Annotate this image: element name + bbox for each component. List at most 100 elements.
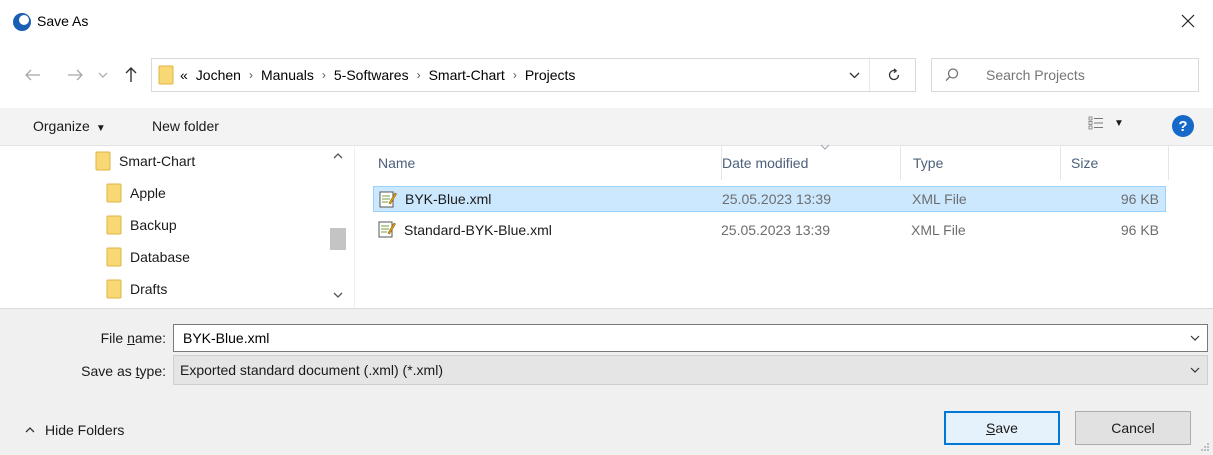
file-list: Name Date modified Type Size BYK-Blue.xm… bbox=[355, 144, 1213, 308]
search-icon bbox=[945, 68, 959, 82]
type-label-part: ype: bbox=[139, 363, 166, 379]
tree-item-smart-chart[interactable]: Smart-Chart bbox=[95, 146, 195, 176]
save-label: ave bbox=[995, 420, 1018, 436]
cancel-button[interactable]: Cancel bbox=[1075, 411, 1191, 445]
save-as-type-dropdown-button[interactable] bbox=[1187, 361, 1203, 379]
organize-label: Organize bbox=[33, 118, 90, 134]
tree-item-label: Apple bbox=[130, 185, 166, 201]
xml-file-icon bbox=[378, 221, 396, 238]
search-box[interactable] bbox=[931, 58, 1199, 92]
file-name-label: File name: bbox=[0, 330, 166, 346]
sort-indicator-icon bbox=[820, 144, 830, 150]
chevron-down-icon bbox=[1190, 335, 1200, 341]
folder-icon bbox=[106, 247, 122, 267]
file-date: 25.05.2023 13:39 bbox=[722, 191, 831, 207]
new-folder-button[interactable]: New folder bbox=[152, 108, 219, 144]
breadcrumb-5-softwares[interactable]: 5-Softwares bbox=[330, 67, 413, 83]
refresh-icon bbox=[888, 68, 900, 81]
breadcrumb-overflow[interactable]: « bbox=[178, 67, 192, 83]
tree-item-label: Backup bbox=[130, 217, 177, 233]
folder-icon bbox=[106, 183, 122, 203]
file-size: 96 KB bbox=[1120, 191, 1159, 207]
column-header-name[interactable]: Name bbox=[368, 146, 722, 180]
caret-down-icon: ▼ bbox=[1114, 117, 1124, 129]
breadcrumb: « Jochen › Manuals › 5-Softwares › Smart… bbox=[178, 59, 579, 91]
up-button[interactable] bbox=[118, 62, 144, 88]
file-type: XML File bbox=[912, 191, 967, 207]
save-as-type-label: Save as type: bbox=[0, 363, 166, 379]
file-row-byk-blue[interactable]: BYK-Blue.xml 25.05.2023 13:39 XML File 9… bbox=[373, 186, 1166, 212]
window-title: Save As bbox=[37, 13, 89, 29]
type-label-part: Save as bbox=[81, 363, 136, 379]
address-bar[interactable]: « Jochen › Manuals › 5-Softwares › Smart… bbox=[151, 58, 916, 92]
file-name-combobox[interactable] bbox=[173, 324, 1208, 352]
chevron-right-icon[interactable]: › bbox=[413, 68, 425, 82]
navigation-scrollbar[interactable] bbox=[329, 146, 347, 308]
file-name-input[interactable] bbox=[183, 325, 1163, 351]
chevron-right-icon[interactable]: › bbox=[318, 68, 330, 82]
folder-icon bbox=[158, 65, 174, 85]
column-header-type[interactable]: Type bbox=[903, 146, 1061, 180]
column-header-date[interactable]: Date modified bbox=[712, 146, 901, 180]
arrow-up-icon bbox=[125, 67, 137, 82]
hide-folders-button[interactable]: Hide Folders bbox=[25, 422, 124, 438]
save-options-panel: File name: Save as type: Exported standa… bbox=[0, 308, 1213, 455]
scroll-up-button[interactable] bbox=[329, 149, 347, 163]
navigation-pane: Smart-Chart Apple Backup Database Drafts bbox=[0, 146, 354, 308]
navigation-bar: « Jochen › Manuals › 5-Softwares › Smart… bbox=[0, 42, 1213, 108]
forward-button[interactable] bbox=[62, 62, 88, 88]
hide-folders-label: Hide Folders bbox=[45, 422, 125, 438]
scroll-down-button[interactable] bbox=[329, 288, 347, 302]
tree-item-label: Drafts bbox=[130, 281, 168, 297]
save-as-dialog: Save As « Jochen › Manuals › 5-Softwares… bbox=[0, 0, 1213, 455]
tree-item-label: Database bbox=[130, 249, 190, 265]
close-button[interactable] bbox=[1168, 4, 1208, 38]
refresh-button[interactable] bbox=[872, 59, 916, 91]
chevron-down-icon bbox=[849, 72, 860, 78]
back-button[interactable] bbox=[20, 62, 46, 88]
chevron-right-icon[interactable]: › bbox=[509, 68, 521, 82]
file-size: 96 KB bbox=[1120, 222, 1159, 238]
tree-item-drafts[interactable]: Drafts bbox=[106, 274, 167, 304]
tree-item-label: Smart-Chart bbox=[119, 153, 196, 169]
breadcrumb-manuals[interactable]: Manuals bbox=[257, 67, 318, 83]
save-as-type-select[interactable]: Exported standard document (.xml) (*.xml… bbox=[173, 355, 1208, 385]
chevron-down-icon bbox=[1190, 367, 1200, 373]
tree-item-backup[interactable]: Backup bbox=[106, 210, 177, 240]
chevron-right-icon[interactable]: › bbox=[245, 68, 257, 82]
breadcrumb-jochen[interactable]: Jochen bbox=[192, 67, 245, 83]
save-button[interactable]: Save bbox=[944, 411, 1060, 445]
xml-file-icon bbox=[379, 191, 397, 208]
folder-icon bbox=[106, 215, 122, 235]
file-row-standard-byk-blue[interactable]: Standard-BYK-Blue.xml 25.05.2023 13:39 X… bbox=[373, 217, 1166, 243]
breadcrumb-projects[interactable]: Projects bbox=[521, 67, 580, 83]
save-label-accel: S bbox=[986, 420, 996, 436]
command-bar: Organize ▼ New folder ▼ ? bbox=[0, 108, 1213, 146]
chevron-down-icon bbox=[98, 72, 108, 78]
caret-down-icon: ▼ bbox=[95, 123, 106, 134]
app-circle-icon bbox=[13, 13, 31, 31]
file-name: Standard-BYK-Blue.xml bbox=[404, 222, 552, 238]
arrow-right-icon bbox=[68, 69, 83, 81]
address-history-button[interactable] bbox=[840, 59, 870, 91]
column-header-size[interactable]: Size bbox=[1061, 146, 1169, 180]
file-date: 25.05.2023 13:39 bbox=[721, 222, 830, 238]
folder-icon bbox=[95, 151, 111, 171]
tree-item-apple[interactable]: Apple bbox=[106, 178, 166, 208]
breadcrumb-smart-chart[interactable]: Smart-Chart bbox=[425, 67, 509, 83]
folder-icon bbox=[106, 279, 122, 299]
chevron-up-icon bbox=[25, 427, 35, 433]
file-name: BYK-Blue.xml bbox=[405, 191, 492, 207]
view-options-button[interactable]: ▼ bbox=[1088, 116, 1124, 130]
scroll-thumb[interactable] bbox=[330, 228, 346, 250]
save-as-type-value: Exported standard document (.xml) (*.xml… bbox=[180, 362, 443, 378]
organize-button[interactable]: Organize ▼ bbox=[33, 108, 106, 144]
file-name-label-part: ame: bbox=[134, 330, 166, 346]
help-button[interactable]: ? bbox=[1172, 115, 1194, 137]
recent-locations-button[interactable] bbox=[94, 62, 112, 88]
file-name-dropdown-button[interactable] bbox=[1187, 329, 1203, 347]
tree-item-database[interactable]: Database bbox=[106, 242, 190, 272]
file-name-label-accel: n bbox=[127, 330, 135, 346]
search-input[interactable] bbox=[986, 59, 1186, 91]
resize-grip-icon[interactable] bbox=[1200, 442, 1210, 452]
